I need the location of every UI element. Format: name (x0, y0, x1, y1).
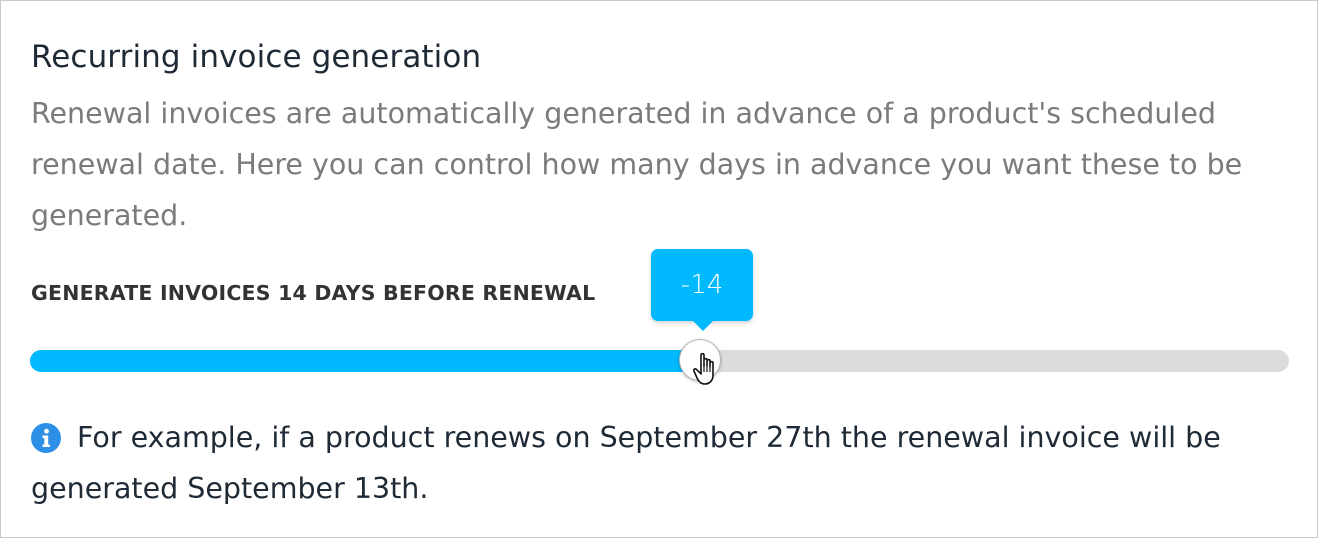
example-text: For example, if a product renews on Sept… (31, 421, 1221, 505)
invoice-generation-panel: Recurring invoice generation Renewal inv… (0, 0, 1318, 538)
hand-pointer-icon (693, 352, 714, 385)
slider-label: GENERATE INVOICES 14 DAYS BEFORE RENEWAL (31, 281, 596, 305)
section-title: Recurring invoice generation (31, 39, 482, 75)
slider-value-tooltip: -14 (651, 249, 753, 331)
days-slider-track[interactable] (30, 350, 1289, 372)
days-slider-fill (30, 350, 698, 372)
section-description: Renewal invoices are automatically gener… (31, 97, 1243, 232)
